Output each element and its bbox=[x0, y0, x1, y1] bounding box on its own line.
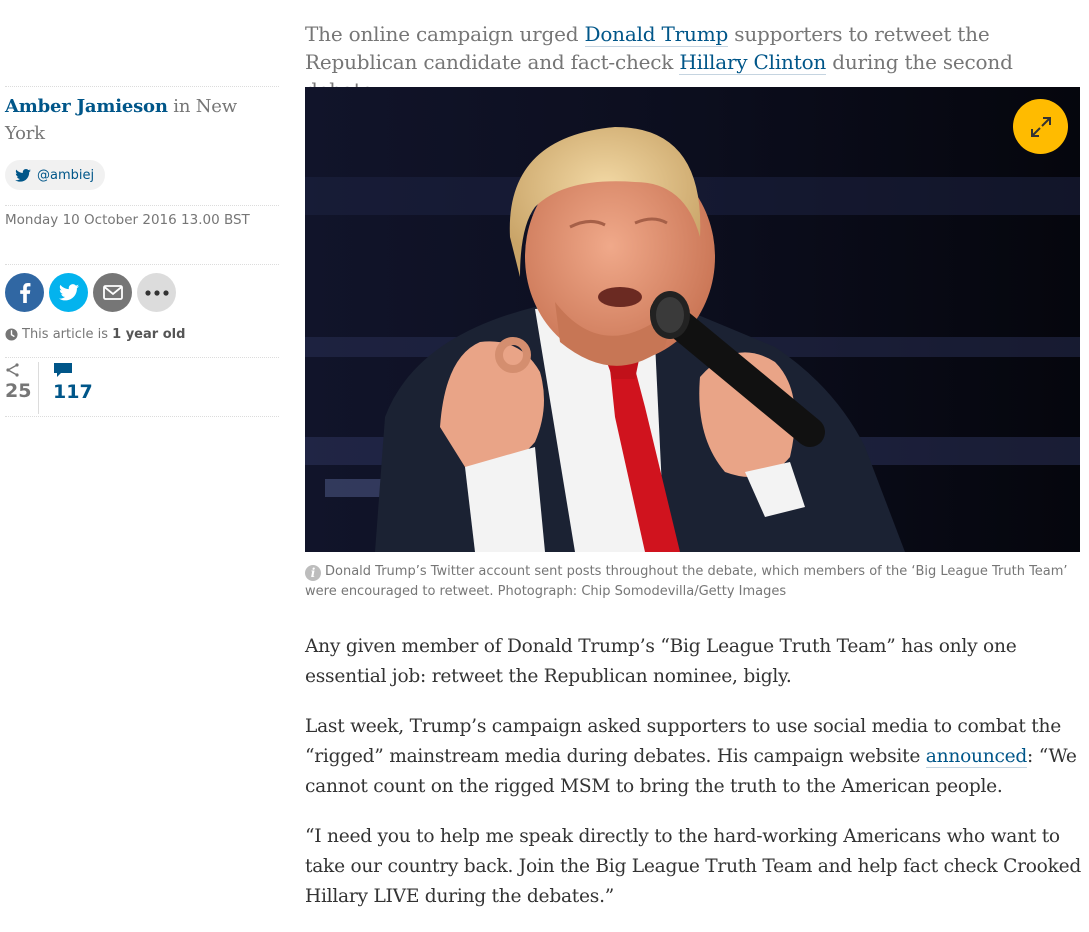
author-twitter-button[interactable]: @ambiej bbox=[5, 160, 106, 190]
article-photo bbox=[305, 87, 1080, 552]
comment-count-value: 117 bbox=[53, 381, 93, 403]
share-twitter-button[interactable] bbox=[49, 273, 88, 312]
publication-date: Monday 10 October 2016 13.00 BST bbox=[5, 212, 250, 228]
body-paragraph: “I need you to help me speak directly to… bbox=[305, 826, 1082, 907]
age-prefix: This article is bbox=[22, 327, 113, 342]
share-facebook-button[interactable] bbox=[5, 273, 44, 312]
divider bbox=[5, 357, 279, 358]
caption-text: Donald Trump’s Twitter account sent post… bbox=[305, 564, 1068, 599]
comments-link[interactable]: 117 bbox=[39, 362, 93, 414]
byline: Amber Jamieson in New York bbox=[5, 93, 279, 147]
body-paragraph: Any given member of Donald Trump’s “Big … bbox=[305, 636, 1017, 687]
announced-link[interactable]: announced bbox=[925, 746, 1027, 768]
facebook-icon bbox=[19, 282, 30, 303]
twitter-handle: @ambiej bbox=[37, 167, 95, 183]
comment-icon bbox=[54, 363, 72, 377]
main-media bbox=[305, 87, 1080, 552]
article-age-notice: This article is 1 year old bbox=[5, 327, 279, 342]
image-caption: i Donald Trump’s Twitter account sent pos… bbox=[305, 562, 1075, 602]
twitter-icon bbox=[58, 284, 79, 301]
share-count: 25 bbox=[5, 362, 39, 414]
article-meta: Amber Jamieson in New York @ambiej Monda… bbox=[5, 86, 279, 417]
twitter-icon bbox=[15, 168, 31, 182]
share-email-button[interactable] bbox=[93, 273, 132, 312]
share-more-button[interactable] bbox=[137, 273, 176, 312]
share-count-value: 25 bbox=[5, 380, 32, 402]
divider bbox=[5, 416, 279, 417]
divider bbox=[5, 86, 279, 87]
expand-icon bbox=[1030, 116, 1051, 137]
more-icon bbox=[144, 289, 169, 296]
standfirst-text: The online campaign urged bbox=[305, 22, 585, 46]
article-body: Any given member of Donald Trump’s “Big … bbox=[305, 632, 1085, 932]
age-value: 1 year old bbox=[112, 327, 186, 342]
hillary-clinton-link[interactable]: Hillary Clinton bbox=[679, 50, 826, 75]
share-icon bbox=[6, 363, 19, 377]
body-paragraph: Last week, Trump’s campaign asked suppor… bbox=[305, 712, 1085, 802]
donald-trump-link[interactable]: Donald Trump bbox=[584, 22, 728, 47]
email-icon bbox=[102, 285, 123, 300]
article-counts: 25 117 bbox=[5, 362, 279, 414]
share-buttons bbox=[5, 265, 279, 312]
expand-image-button[interactable] bbox=[1013, 99, 1068, 154]
author-link[interactable]: Amber Jamieson bbox=[5, 96, 168, 117]
clock-icon bbox=[5, 328, 18, 341]
info-icon: i bbox=[305, 565, 321, 581]
